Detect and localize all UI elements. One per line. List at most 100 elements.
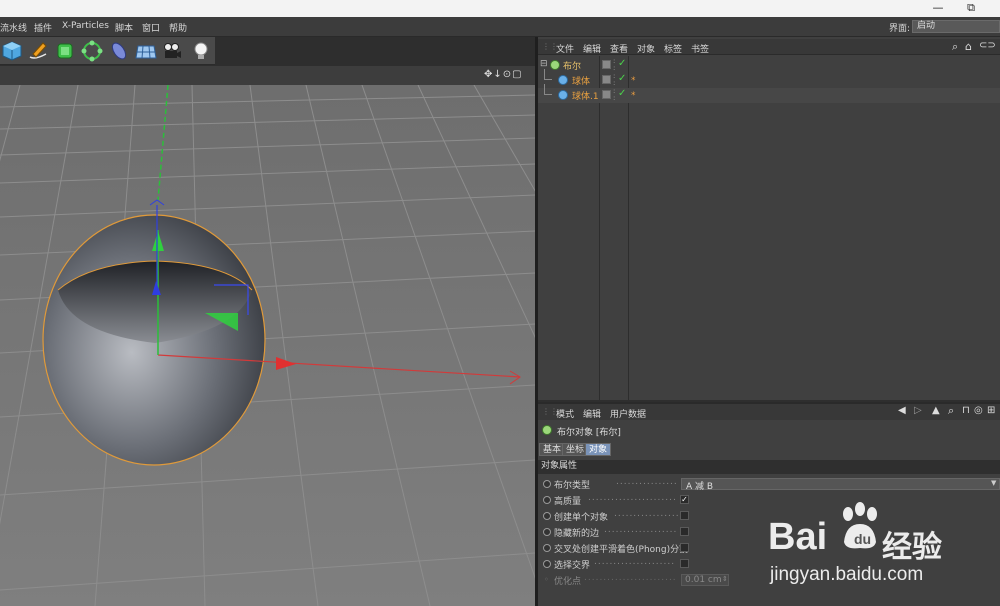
pen-icon[interactable]: [27, 40, 49, 62]
object-name[interactable]: 布尔: [563, 59, 581, 72]
new-panel-icon[interactable]: ⊞: [987, 405, 995, 416]
prop-label: 交叉处创建平滑着色(Phong)分割: [554, 545, 689, 555]
input-value: 0.01 cm: [685, 575, 722, 585]
boolean-type-select[interactable]: A 减 B ▼: [681, 478, 1000, 492]
om-menu-objects[interactable]: 对象: [637, 42, 655, 55]
menu-plugins[interactable]: 插件: [34, 21, 52, 34]
am-menu-edit[interactable]: 编辑: [583, 407, 601, 420]
dots: ........................: [584, 573, 677, 583]
menu-pipeline[interactable]: 流水线: [0, 21, 27, 34]
om-menu-edit[interactable]: 编辑: [583, 42, 601, 55]
link-icon[interactable]: ⊂⊃: [979, 40, 996, 51]
enabled-check-icon[interactable]: ✓: [618, 88, 626, 99]
watermark-brand: Bai: [768, 516, 828, 558]
up-arrow-icon[interactable]: ▲: [932, 405, 940, 416]
deformer-icon[interactable]: [108, 40, 130, 62]
boolean-object[interactable]: [42, 214, 266, 466]
animate-radio[interactable]: [543, 480, 551, 488]
am-menu-mode[interactable]: 模式: [556, 407, 574, 420]
search-icon[interactable]: ⌕: [948, 404, 954, 418]
interface-select[interactable]: 启动: [912, 20, 1000, 33]
enabled-check-icon[interactable]: ✓: [618, 73, 626, 84]
om-menu-tags[interactable]: 标签: [664, 42, 682, 55]
menu-help[interactable]: 帮助: [169, 21, 187, 34]
high-quality-checkbox[interactable]: ✓: [680, 495, 689, 504]
light-icon[interactable]: [190, 40, 212, 62]
minimize-button[interactable]: —: [927, 1, 949, 16]
stepper-icon[interactable]: ⇕: [722, 575, 728, 583]
prop-label: 隐藏新的边: [554, 529, 600, 539]
hide-new-edges-checkbox[interactable]: [680, 527, 689, 536]
layer-icon[interactable]: [602, 60, 611, 69]
column-divider: [599, 56, 600, 400]
optimize-points-input[interactable]: 0.01 cm ⇕: [681, 574, 729, 586]
object-manager-menubar: ⋮⋮ 文件 编辑 查看 对象 标签 书签 ⌕ ⌂ ⊂⊃: [538, 39, 1000, 55]
tab-object[interactable]: 对象: [585, 443, 612, 456]
dots: .................: [614, 509, 678, 519]
animate-radio[interactable]: [543, 512, 551, 520]
prop-label: 选择交界: [554, 561, 591, 571]
subdivision-icon[interactable]: [54, 40, 76, 62]
om-menu-bookmarks[interactable]: 书签: [691, 42, 709, 55]
object-row-boolean[interactable]: ⊟ 布尔 :: ✓: [538, 58, 1000, 73]
floor-grid-icon[interactable]: [134, 40, 157, 62]
attribute-manager-menubar: ⋮⋮ 模式 编辑 用户数据 ◀ ▷ ▲ ⌕ ⊓ ◎ ⊞: [538, 404, 1000, 420]
section-header: 对象属性: [538, 460, 1000, 474]
object-row-sphere-1[interactable]: 球体.1 :: ✓ ⁎: [538, 84, 1000, 103]
restore-button[interactable]: ⧉: [960, 1, 982, 16]
chevron-down-icon: ▼: [991, 479, 997, 487]
camera-icon[interactable]: [161, 40, 183, 62]
settings-icon[interactable]: ◎: [974, 405, 983, 416]
visibility-dots-icon[interactable]: ::: [613, 88, 615, 102]
prop-label: 创建单个对象: [554, 513, 609, 523]
animate-radio[interactable]: [543, 528, 551, 536]
object-manager: ⋮⋮ 文件 编辑 查看 对象 标签 书签 ⌕ ⌂ ⊂⊃ ⊟ 布尔 :: ✓ 球体…: [538, 37, 1000, 400]
search-icon[interactable]: ⌕: [952, 40, 958, 54]
viewport-nav-icons[interactable]: ✥↓⊙▢: [484, 69, 534, 82]
sphere-object-icon: [558, 75, 568, 85]
column-divider: [628, 56, 629, 400]
visibility-dots-icon[interactable]: ::: [613, 73, 615, 87]
enabled-check-icon[interactable]: ✓: [618, 58, 626, 69]
phong-break-checkbox[interactable]: [680, 543, 689, 552]
menu-x-particles[interactable]: X-Particles: [62, 21, 109, 31]
main-menubar: 流水线 插件 X-Particles 脚本 窗口 帮助 界面: 启动: [0, 17, 1000, 37]
menu-script[interactable]: 脚本: [115, 21, 133, 34]
om-menu-file[interactable]: 文件: [556, 42, 574, 55]
object-name[interactable]: 球体: [572, 74, 590, 87]
attribute-title: 布尔对象 [布尔]: [557, 428, 621, 438]
layer-icon[interactable]: [602, 75, 611, 84]
prop-label: 布尔类型: [554, 481, 591, 491]
interface-label: 界面:: [889, 24, 911, 34]
home-icon[interactable]: ⌂: [965, 40, 972, 53]
prop-label: 优化点: [554, 577, 582, 587]
viewport-scene: [0, 85, 535, 606]
om-menu-view[interactable]: 查看: [610, 42, 628, 55]
forward-arrow-icon[interactable]: ▷: [914, 405, 922, 416]
am-menu-userdata[interactable]: 用户数据: [610, 407, 646, 420]
object-row-sphere[interactable]: 球体 :: ✓ ⁎: [538, 69, 1000, 88]
phong-tag-icon[interactable]: ⁎: [631, 73, 636, 83]
viewport-header: ✥↓⊙▢: [0, 66, 535, 85]
single-object-checkbox[interactable]: [680, 511, 689, 520]
animate-radio[interactable]: [543, 544, 551, 552]
animate-radio[interactable]: [543, 496, 551, 504]
cube-icon[interactable]: [1, 40, 23, 62]
menu-window[interactable]: 窗口: [142, 21, 160, 34]
select-intersection-checkbox[interactable]: [680, 559, 689, 568]
dots: .......................: [588, 493, 677, 503]
visibility-dots-icon[interactable]: ::: [613, 58, 615, 72]
lock-icon[interactable]: ⊓: [962, 405, 970, 416]
animate-radio[interactable]: [543, 560, 551, 568]
boolean-object-icon: [542, 425, 552, 435]
3d-viewport[interactable]: [0, 85, 535, 606]
object-name[interactable]: 球体.1: [572, 89, 599, 102]
array-icon[interactable]: [81, 40, 103, 62]
disabled-radio: ◦: [544, 575, 549, 584]
prop-label: 高质量: [554, 497, 582, 507]
collapse-toggle-icon[interactable]: ⊟: [540, 59, 548, 69]
dots: ...................: [604, 525, 678, 535]
phong-tag-icon[interactable]: ⁎: [631, 88, 636, 98]
back-arrow-icon[interactable]: ◀: [898, 405, 906, 416]
layer-icon[interactable]: [602, 90, 611, 99]
